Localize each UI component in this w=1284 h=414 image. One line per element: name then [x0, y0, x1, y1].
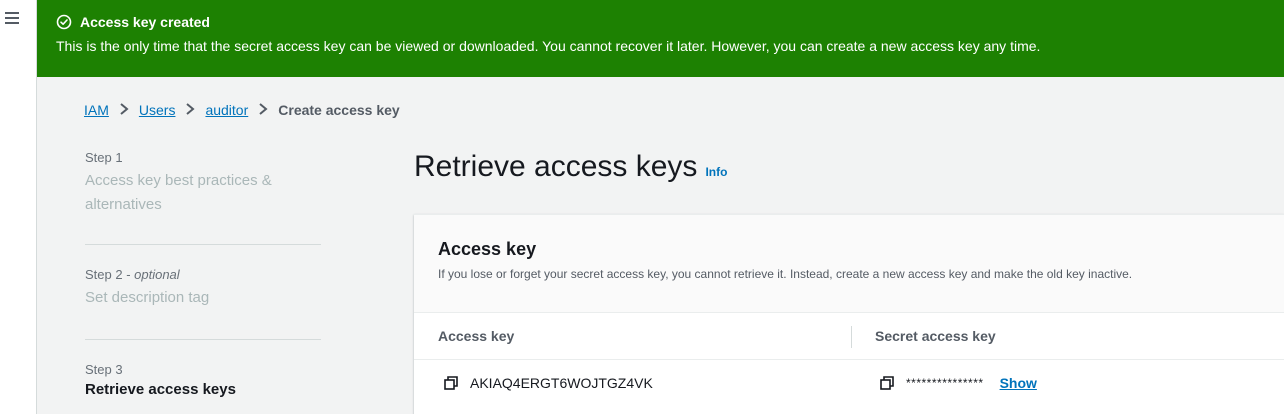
column-header-secret-key: Secret access key	[875, 328, 996, 344]
page-header: Retrieve access keys Info	[414, 150, 727, 184]
info-link[interactable]: Info	[705, 165, 727, 179]
step-3: Step 3 Retrieve access keys	[85, 340, 321, 398]
wizard-steps: Step 1 Access key best practices & alter…	[85, 150, 321, 398]
breadcrumb-users[interactable]: Users	[139, 102, 176, 118]
chevron-right-icon	[185, 102, 196, 118]
access-key-value: AKIAQ4ERGT6WOJTGZ4VK	[470, 375, 653, 391]
flash-message: This is the only time that the secret ac…	[56, 38, 1041, 54]
hamburger-menu-icon[interactable]	[5, 12, 19, 24]
chevron-right-icon	[258, 102, 268, 118]
breadcrumb-current: Create access key	[278, 102, 400, 118]
check-circle-icon	[56, 14, 72, 30]
step-title: Access key best practices & alternatives	[85, 172, 272, 213]
key-table-row: AKIAQ4ERGT6WOJTGZ4VK *************** Sho…	[414, 361, 1284, 407]
step-label: Step 3	[85, 362, 123, 377]
chevron-right-icon	[119, 102, 129, 118]
access-key-cell: AKIAQ4ERGT6WOJTGZ4VK	[444, 375, 653, 391]
copy-icon[interactable]	[880, 376, 894, 390]
step-title: Set description tag	[85, 289, 210, 306]
page: Access key created This is the only time…	[0, 0, 1284, 414]
secret-key-masked: ***************	[906, 376, 984, 390]
show-secret-button[interactable]: Show	[1000, 375, 1037, 391]
left-nav-rail	[0, 0, 37, 414]
copy-icon[interactable]	[444, 376, 458, 390]
breadcrumb-auditor[interactable]: auditor	[205, 102, 248, 118]
step-label: Step 1	[85, 150, 123, 165]
access-key-card: Access key If you lose or forget your se…	[414, 214, 1284, 414]
page-title: Retrieve access keys	[414, 150, 698, 183]
card-title: Access key	[438, 239, 537, 259]
breadcrumb: IAM Users auditor Create access key	[84, 102, 400, 118]
card-header: Access key If you lose or forget your se…	[414, 215, 1284, 313]
column-header-access-key: Access key	[438, 328, 515, 344]
flash-title: Access key created	[80, 14, 210, 30]
key-table-header: Access key Secret access key	[414, 314, 1284, 360]
success-flash-banner: Access key created This is the only time…	[37, 0, 1284, 77]
secret-key-cell: *************** Show	[880, 375, 1037, 391]
step-2: Step 2 - optional Set description tag	[85, 245, 321, 339]
step-title: Retrieve access keys	[85, 381, 236, 398]
step-1: Step 1 Access key best practices & alter…	[85, 150, 321, 244]
breadcrumb-iam[interactable]: IAM	[84, 102, 109, 118]
card-description: If you lose or forget your secret access…	[438, 267, 1133, 281]
column-divider	[851, 326, 852, 348]
step-label: Step 2 - optional	[85, 267, 180, 282]
